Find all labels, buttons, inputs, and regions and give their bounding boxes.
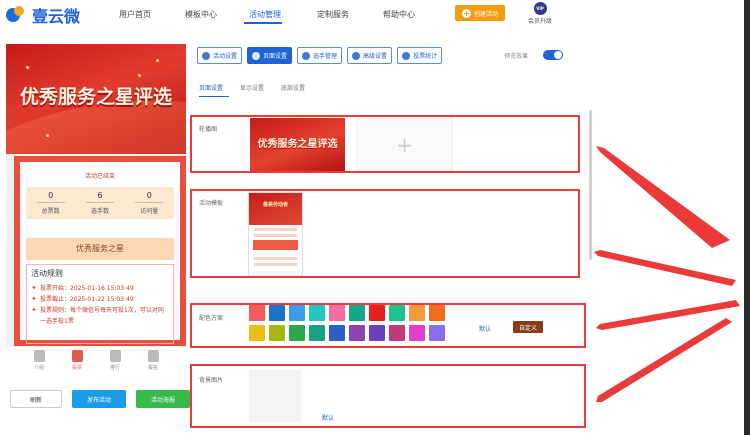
- window-edge: [744, 0, 750, 435]
- arrow-to-template: [594, 250, 736, 286]
- arrow-to-carousel: [596, 146, 730, 248]
- arrow-to-background: [596, 318, 732, 402]
- annotation-arrows: [594, 146, 740, 402]
